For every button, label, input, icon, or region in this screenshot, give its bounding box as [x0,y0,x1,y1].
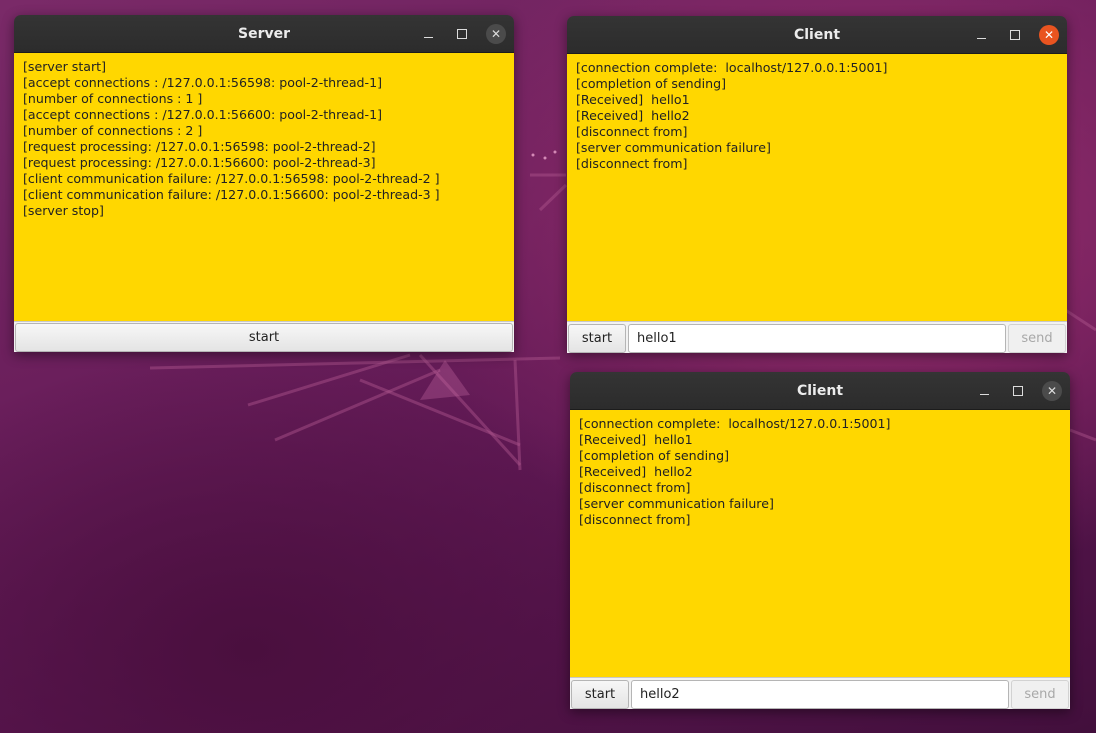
maximize-icon[interactable] [1005,25,1025,45]
window-title: Client [796,382,844,399]
log-line: [completion of sending] [576,76,726,91]
log-line: [Received] hello2 [576,108,690,123]
close-icon[interactable]: ✕ [1042,380,1062,401]
window-title: Client [793,26,841,43]
send-button[interactable]: send [1008,323,1066,353]
log-line: [completion of sending] [579,448,729,463]
minimize-icon[interactable] [974,381,994,401]
log-line: [Received] hello1 [579,432,693,447]
send-button[interactable]: send [1011,679,1069,709]
log-line: [request processing: /127.0.0.1:56598: p… [23,139,376,154]
log-line: [disconnect from] [579,480,691,495]
log-line: [accept connections : /127.0.0.1:56600: … [23,107,382,122]
close-icon[interactable]: ✕ [1039,24,1059,45]
client-window-1: Client ✕ [connection complete: localhost… [567,16,1067,353]
message-input[interactable]: hello1 [628,323,1006,353]
log-line: [server start] [23,59,107,74]
close-icon[interactable]: ✕ [486,23,506,44]
minimize-icon[interactable] [971,25,991,45]
client-bottom-bar: start hello1 send [567,321,1067,353]
log-line: [server stop] [23,203,104,218]
server-window: Server ✕ [server start] [accept connecti… [14,15,514,352]
log-line: [client communication failure: /127.0.0.… [23,171,440,186]
client-titlebar[interactable]: Client ✕ [567,16,1067,54]
log-line: [disconnect from] [576,124,688,139]
client-log-area[interactable]: [connection complete: localhost/127.0.0.… [567,54,1067,321]
log-line: [Received] hello1 [576,92,690,107]
log-line: [request processing: /127.0.0.1:56600: p… [23,155,376,170]
start-button[interactable]: start [568,323,626,353]
client-window-2: Client ✕ [connection complete: localhost… [570,372,1070,709]
server-bottom-bar: start [14,321,514,352]
log-line: [accept connections : /127.0.0.1:56598: … [23,75,382,90]
window-title: Server [237,25,290,42]
maximize-icon[interactable] [1008,381,1028,401]
start-button[interactable]: start [15,323,513,352]
server-titlebar[interactable]: Server ✕ [14,15,514,53]
log-line: [connection complete: localhost/127.0.0.… [576,60,888,75]
log-line: [connection complete: localhost/127.0.0.… [579,416,891,431]
server-log-area[interactable]: [server start] [accept connections : /12… [14,53,514,321]
log-line: [disconnect from] [576,156,688,171]
message-input[interactable]: hello2 [631,679,1009,709]
log-line: [client communication failure: /127.0.0.… [23,187,440,202]
client-log-area[interactable]: [connection complete: localhost/127.0.0.… [570,410,1070,677]
log-line: [Received] hello2 [579,464,693,479]
client-titlebar[interactable]: Client ✕ [570,372,1070,410]
maximize-icon[interactable] [452,24,472,44]
client-bottom-bar: start hello2 send [570,677,1070,709]
log-line: [server communication failure] [579,496,774,511]
start-button[interactable]: start [571,679,629,709]
minimize-icon[interactable] [418,24,438,44]
log-line: [server communication failure] [576,140,771,155]
log-line: [number of connections : 1 ] [23,91,203,106]
log-line: [number of connections : 2 ] [23,123,203,138]
log-line: [disconnect from] [579,512,691,527]
